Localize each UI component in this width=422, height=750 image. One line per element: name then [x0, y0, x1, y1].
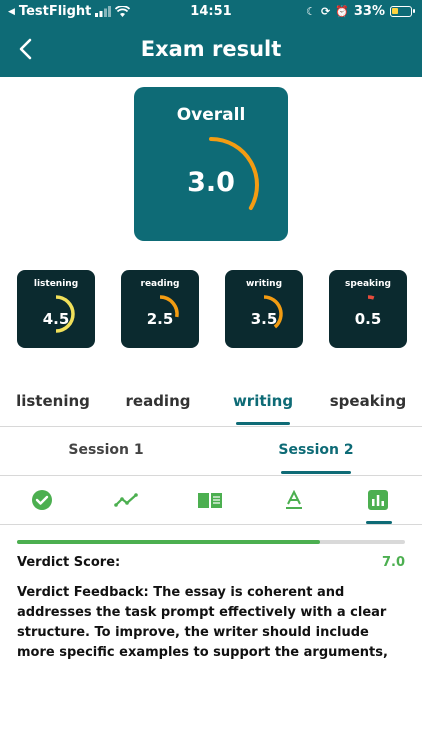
active-tab-indicator [236, 422, 290, 425]
tabs-divider [0, 426, 422, 427]
verdict-score-value: 7.0 [381, 555, 405, 570]
tab-writing[interactable]: writing [221, 384, 305, 425]
nav-bar: Exam result [0, 24, 422, 77]
tab-label: listening [16, 392, 90, 410]
skill-value: 2.5 [146, 310, 174, 328]
active-session-indicator [281, 471, 351, 474]
skill-card-speaking: speaking 0.5 [329, 270, 407, 348]
skill-card-writing: writing 3.5 [225, 270, 303, 348]
session-tab-2[interactable]: Session 2 [246, 442, 386, 458]
session-tabs: Session 1 Session 2 [0, 428, 422, 474]
toolbar-divider [0, 524, 422, 525]
verdict-score-bar [17, 540, 405, 544]
skill-name: reading [140, 279, 180, 289]
book-icon[interactable] [190, 484, 230, 516]
page-title: Exam result [140, 37, 282, 61]
skill-name: listening [33, 279, 79, 289]
skill-card-listening: listening 4.5 [17, 270, 95, 348]
skill-value: 3.5 [250, 310, 278, 328]
skill-name: writing [245, 279, 283, 289]
skill-value: 4.5 [42, 310, 70, 328]
skill-card-reading: reading 2.5 [121, 270, 199, 348]
overall-value: 3.0 [187, 167, 235, 198]
tab-label: reading [125, 392, 191, 410]
alarm-icon: ⏰ [335, 5, 349, 18]
bar-chart-icon[interactable] [358, 484, 398, 516]
detail-toolbar [0, 476, 422, 524]
trend-line-icon[interactable] [106, 484, 146, 516]
moon-icon: ☾ [306, 5, 316, 18]
tab-listening[interactable]: listening [11, 384, 95, 424]
verdict-score-label: Verdict Score: [17, 555, 121, 570]
battery-icon [390, 6, 415, 17]
tab-label: writing [232, 392, 294, 410]
exam-result-screen: ◀ TestFlight 14:51 ☾ ⟳ ⏰ 33% Exam result… [0, 0, 422, 750]
status-bar: ◀ TestFlight 14:51 ☾ ⟳ ⏰ 33% [0, 0, 422, 24]
rotation-lock-icon: ⟳ [320, 5, 331, 18]
tab-label: speaking [329, 392, 407, 410]
battery-percent: 33% [353, 4, 385, 19]
text-format-icon[interactable] [274, 484, 314, 516]
status-right: ☾ ⟳ ⏰ 33% [306, 4, 415, 19]
overall-label: Overall [176, 105, 246, 125]
tab-speaking[interactable]: speaking [326, 384, 410, 424]
check-circle-icon[interactable] [22, 484, 62, 516]
skill-value: 0.5 [354, 310, 382, 328]
overall-score-card: Overall 3.0 [134, 87, 288, 241]
session-tab-1[interactable]: Session 1 [36, 442, 176, 458]
verdict-feedback: Verdict Feedback: The essay is coherent … [17, 585, 388, 660]
skill-tabs: listening reading writing speaking [0, 384, 422, 425]
app-header: ◀ TestFlight 14:51 ☾ ⟳ ⏰ 33% Exam result [0, 0, 422, 77]
tab-reading[interactable]: reading [116, 384, 200, 424]
skill-name: speaking [345, 279, 391, 289]
